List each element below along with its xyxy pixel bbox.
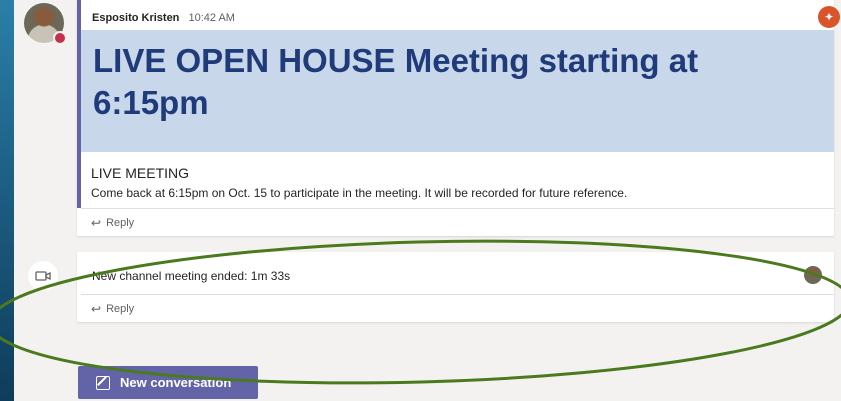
post-card: Esposito Kristen 10:42 AM ✦ LIVE OPEN HO… bbox=[77, 0, 840, 236]
post-time: 10:42 AM bbox=[188, 12, 235, 24]
reaction-icon[interactable]: ✦ bbox=[818, 6, 840, 28]
participant-avatar[interactable] bbox=[804, 266, 822, 284]
pencil-icon bbox=[96, 375, 110, 390]
new-conversation-label: New conversation bbox=[120, 375, 232, 390]
post-meta: Esposito Kristen 10:42 AM bbox=[92, 12, 235, 24]
reply-arrow-icon: ↩ bbox=[91, 302, 102, 316]
meeting-ended-text: New channel meeting ended: 1m 33s bbox=[92, 269, 291, 283]
meeting-ended-card: New channel meeting ended: 1m 33s ↩ Repl… bbox=[77, 252, 834, 322]
reply-divider bbox=[81, 208, 834, 209]
reply-button[interactable]: ↩ Reply bbox=[91, 302, 134, 316]
new-conversation-button[interactable]: New conversation bbox=[78, 366, 258, 399]
teams-channel-view: Esposito Kristen 10:42 AM ✦ LIVE OPEN HO… bbox=[14, 0, 841, 401]
post-body: Come back at 6:15pm on Oct. 15 to partic… bbox=[91, 186, 628, 200]
reply-label: Reply bbox=[106, 303, 135, 315]
post-subheading: LIVE MEETING bbox=[91, 165, 190, 181]
reply-divider bbox=[81, 294, 834, 295]
announcement-headline: LIVE OPEN HOUSE Meeting starting at 6:15… bbox=[93, 42, 699, 121]
author-avatar[interactable] bbox=[24, 3, 67, 45]
presence-busy-indicator bbox=[53, 31, 67, 45]
reply-button[interactable]: ↩ Reply bbox=[91, 216, 134, 230]
slide-background-strip bbox=[0, 0, 14, 401]
video-camera-icon bbox=[28, 261, 58, 291]
reply-arrow-icon: ↩ bbox=[91, 216, 102, 230]
reply-label: Reply bbox=[106, 217, 135, 229]
post-author[interactable]: Esposito Kristen bbox=[92, 12, 179, 24]
announcement-banner: LIVE OPEN HOUSE Meeting starting at 6:15… bbox=[81, 30, 834, 152]
